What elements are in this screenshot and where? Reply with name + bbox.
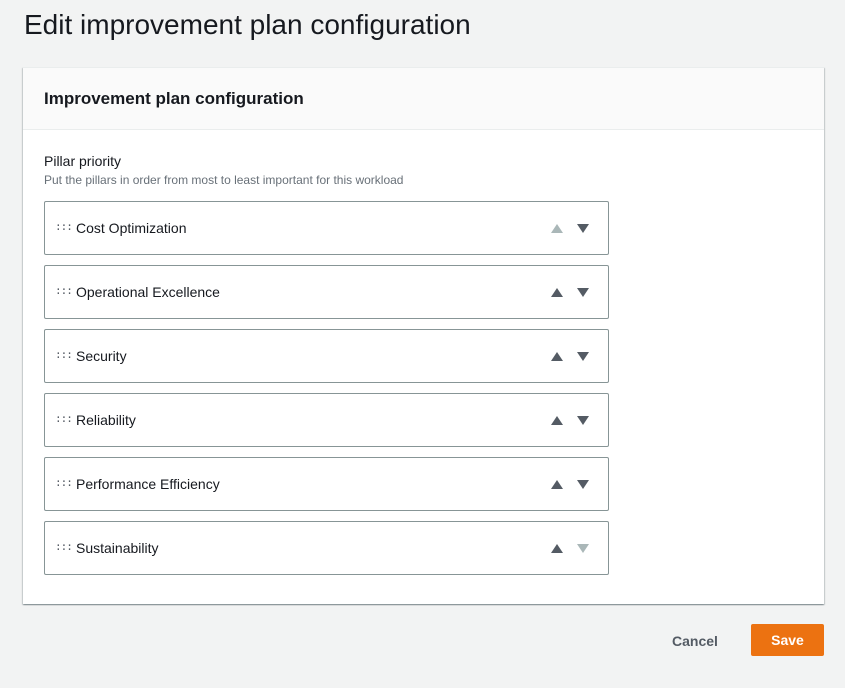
pillar-item[interactable]: ::: Operational Excellence: [44, 265, 609, 319]
move-down-button[interactable]: [577, 285, 593, 299]
pillar-label: Cost Optimization: [76, 220, 187, 236]
move-down-button[interactable]: [577, 541, 593, 555]
pillar-item[interactable]: ::: Security: [44, 329, 609, 383]
improvement-plan-panel: Improvement plan configuration Pillar pr…: [23, 67, 824, 604]
move-down-button[interactable]: [577, 349, 593, 363]
drag-handle-icon[interactable]: :::: [55, 220, 73, 234]
save-button[interactable]: Save: [751, 624, 824, 656]
pillar-item[interactable]: ::: Sustainability: [44, 521, 609, 575]
triangle-down-icon: [577, 543, 589, 553]
move-up-button[interactable]: [551, 477, 567, 491]
pillar-item[interactable]: ::: Performance Efficiency: [44, 457, 609, 511]
panel-header: Improvement plan configuration: [23, 68, 824, 130]
pillar-label: Performance Efficiency: [76, 476, 220, 492]
triangle-down-icon: [577, 287, 589, 297]
pillar-label: Reliability: [76, 412, 136, 428]
move-down-button[interactable]: [577, 413, 593, 427]
pillar-label: Sustainability: [76, 540, 159, 556]
triangle-down-icon: [577, 351, 589, 361]
move-down-button[interactable]: [577, 221, 593, 235]
triangle-up-icon: [551, 479, 563, 489]
move-down-button[interactable]: [577, 477, 593, 491]
page-title: Edit improvement plan configuration: [24, 9, 471, 40]
drag-handle-icon[interactable]: :::: [55, 348, 73, 362]
triangle-down-icon: [577, 479, 589, 489]
triangle-up-icon: [551, 415, 563, 425]
move-up-button[interactable]: [551, 285, 567, 299]
triangle-up-icon: [551, 223, 563, 233]
pillar-label: Security: [76, 348, 127, 364]
move-up-button[interactable]: [551, 541, 567, 555]
drag-handle-icon[interactable]: :::: [55, 476, 73, 490]
triangle-down-icon: [577, 223, 589, 233]
pillar-priority-list: ::: Cost Optimization ::: Operational Ex…: [44, 201, 609, 585]
drag-handle-icon[interactable]: :::: [55, 284, 73, 298]
pillar-label: Operational Excellence: [76, 284, 220, 300]
move-up-button[interactable]: [551, 349, 567, 363]
triangle-up-icon: [551, 543, 563, 553]
move-up-button[interactable]: [551, 221, 567, 235]
cancel-button[interactable]: Cancel: [664, 625, 726, 656]
triangle-up-icon: [551, 351, 563, 361]
pillar-priority-description: Put the pillars in order from most to le…: [44, 173, 404, 187]
pillar-item[interactable]: ::: Reliability: [44, 393, 609, 447]
triangle-down-icon: [577, 415, 589, 425]
pillar-item[interactable]: ::: Cost Optimization: [44, 201, 609, 255]
move-up-button[interactable]: [551, 413, 567, 427]
drag-handle-icon[interactable]: :::: [55, 540, 73, 554]
triangle-up-icon: [551, 287, 563, 297]
pillar-priority-label: Pillar priority: [44, 153, 122, 169]
panel-title: Improvement plan configuration: [44, 89, 304, 108]
drag-handle-icon[interactable]: :::: [55, 412, 73, 426]
